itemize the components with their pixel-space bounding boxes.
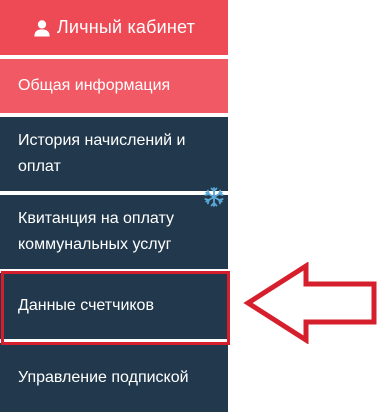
menu-header-label: Личный кабинет [56, 17, 196, 37]
menu-item-subscription[interactable]: Управление подпиской [0, 343, 228, 412]
menu-header[interactable]: Личный кабинет [0, 0, 228, 55]
menu-item-payment-history[interactable]: История начислений и оплат [0, 117, 228, 191]
screenshot-stage: Личный кабинет Общая информация История … [0, 0, 385, 416]
user-icon [34, 19, 50, 37]
left-arrow-icon [243, 262, 377, 344]
menu-item-label: Квитанция на оплату коммунальных услуг [18, 210, 174, 253]
menu-item-label: Управление подпиской [18, 368, 189, 386]
menu-item-general-info[interactable]: Общая информация [0, 59, 228, 113]
highlight-box [1, 271, 230, 345]
snowflake-icon [204, 187, 224, 207]
menu-item-label: Общая информация [18, 77, 171, 94]
menu-item-label: История начислений и оплат [18, 132, 186, 175]
account-menu: Личный кабинет Общая информация История … [0, 0, 228, 416]
menu-item-utility-receipt[interactable]: Квитанция на оплату коммунальных услуг [0, 195, 228, 269]
